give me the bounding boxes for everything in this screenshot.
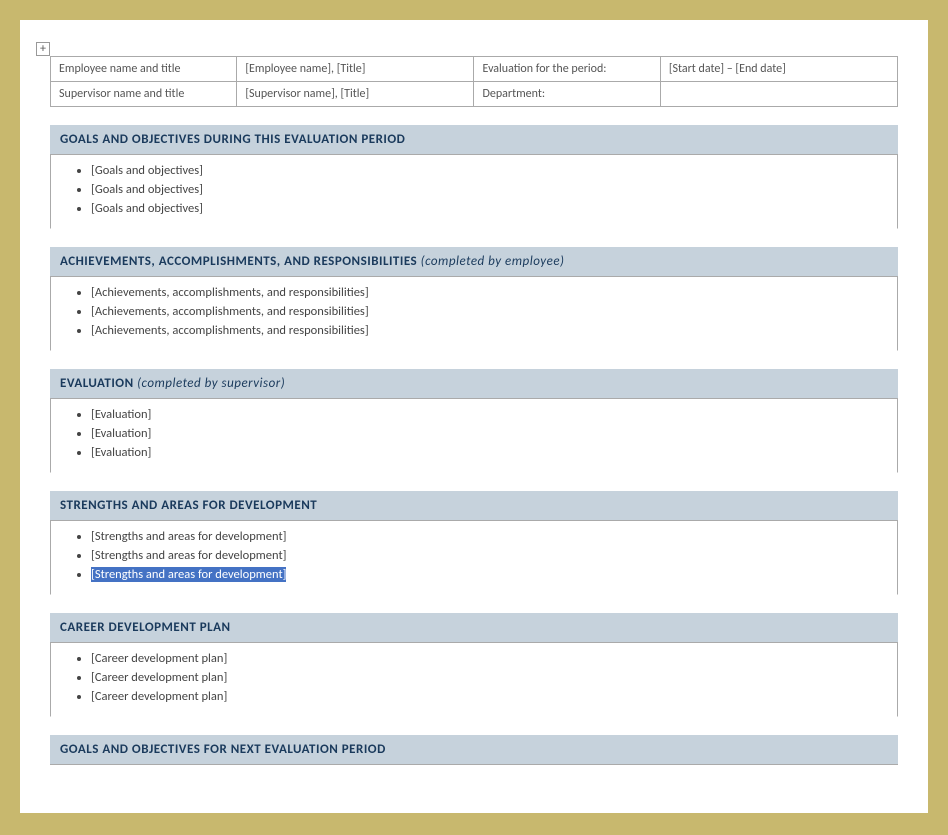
section-header-text: STRENGTHS AND AREAS FOR DEVELOPMENT [60,498,317,513]
list-item[interactable]: [Evaluation] [91,426,887,441]
label-cell-0-1: Employee name and title [51,57,237,82]
section-list-achievements: [Achievements, accomplishments, and resp… [81,285,887,338]
section-evaluation: EVALUATION (completed by supervisor) [Eva… [50,369,898,473]
list-item[interactable]: [Goals and objectives] [91,182,887,197]
section-header-text: EVALUATION [60,376,137,391]
section-content-evaluation: [Evaluation] [Evaluation] [Evaluation] [50,399,898,473]
section-goals: GOALS AND OBJECTIVES DURING THIS EVALUAT… [50,125,898,229]
add-icon[interactable]: + [36,42,50,56]
page: + Employee name and title [Employee name… [20,20,928,813]
info-table-row: Supervisor name and title [Supervisor na… [51,82,898,107]
section-header-text: GOALS AND OBJECTIVES FOR NEXT EVALUATION… [60,742,386,757]
list-item[interactable]: [Achievements, accomplishments, and resp… [91,304,887,319]
value-cell-1-1[interactable]: [Supervisor name], [Title] [237,82,474,107]
section-list-career: [Career development plan] [Career develop… [81,651,887,704]
list-item[interactable]: [Strengths and areas for development] [91,529,887,544]
section-list-evaluation: [Evaluation] [Evaluation] [Evaluation] [81,407,887,460]
section-list-goals: [Goals and objectives] [Goals and objecti… [81,163,887,216]
section-achievements: ACHIEVEMENTS, ACCOMPLISHMENTS, AND RESPO… [50,247,898,351]
value-cell-0-2[interactable]: [Start date] – [End date] [660,57,897,82]
list-item[interactable]: [Evaluation] [91,407,887,422]
list-item[interactable]: [Achievements, accomplishments, and resp… [91,285,887,300]
list-item[interactable]: [Goals and objectives] [91,201,887,216]
list-item[interactable]: [Evaluation] [91,445,887,460]
label-cell-0-2: Evaluation for the period: [474,57,660,82]
section-content-goals: [Goals and objectives] [Goals and objecti… [50,155,898,229]
list-item[interactable]: [Career development plan] [91,651,887,666]
highlighted-text: [Strengths and areas for development] [91,567,286,582]
sections-container: GOALS AND OBJECTIVES DURING THIS EVALUAT… [50,125,898,765]
list-item[interactable]: [Strengths and areas for development] [91,567,887,582]
section-header-text: GOALS AND OBJECTIVES DURING THIS EVALUAT… [60,132,405,147]
section-list-strengths: [Strengths and areas for development] [St… [81,529,887,582]
info-table: Employee name and title [Employee name],… [50,56,898,107]
value-cell-1-2[interactable] [660,82,897,107]
value-cell-0-1[interactable]: [Employee name], [Title] [237,57,474,82]
section-header-text: CAREER DEVELOPMENT PLAN [60,620,231,635]
list-item[interactable]: [Goals and objectives] [91,163,887,178]
label-cell-1-2: Department: [474,82,660,107]
list-item[interactable]: [Career development plan] [91,670,887,685]
section-next-goals: GOALS AND OBJECTIVES FOR NEXT EVALUATION… [50,735,898,765]
section-content-strengths: [Strengths and areas for development] [St… [50,521,898,595]
section-header-career: CAREER DEVELOPMENT PLAN [50,613,898,643]
list-item[interactable]: [Strengths and areas for development] [91,548,887,563]
info-table-container: + Employee name and title [Employee name… [50,56,898,107]
section-career: CAREER DEVELOPMENT PLAN [Career developme… [50,613,898,717]
section-content-achievements: [Achievements, accomplishments, and resp… [50,277,898,351]
section-header-achievements: ACHIEVEMENTS, ACCOMPLISHMENTS, AND RESPO… [50,247,898,277]
section-header-evaluation: EVALUATION (completed by supervisor) [50,369,898,399]
section-content-career: [Career development plan] [Career develop… [50,643,898,717]
list-item[interactable]: [Career development plan] [91,689,887,704]
section-header-strengths: STRENGTHS AND AREAS FOR DEVELOPMENT [50,491,898,521]
section-header-italic: (completed by employee) [421,254,565,269]
section-header-goals: GOALS AND OBJECTIVES DURING THIS EVALUAT… [50,125,898,155]
section-strengths: STRENGTHS AND AREAS FOR DEVELOPMENT [Stre… [50,491,898,595]
info-table-row: Employee name and title [Employee name],… [51,57,898,82]
list-item[interactable]: [Achievements, accomplishments, and resp… [91,323,887,338]
section-header-next-goals: GOALS AND OBJECTIVES FOR NEXT EVALUATION… [50,735,898,765]
label-cell-1-1: Supervisor name and title [51,82,237,107]
section-header-text: ACHIEVEMENTS, ACCOMPLISHMENTS, AND RESPO… [60,254,421,269]
section-header-italic: (completed by supervisor) [137,376,285,391]
